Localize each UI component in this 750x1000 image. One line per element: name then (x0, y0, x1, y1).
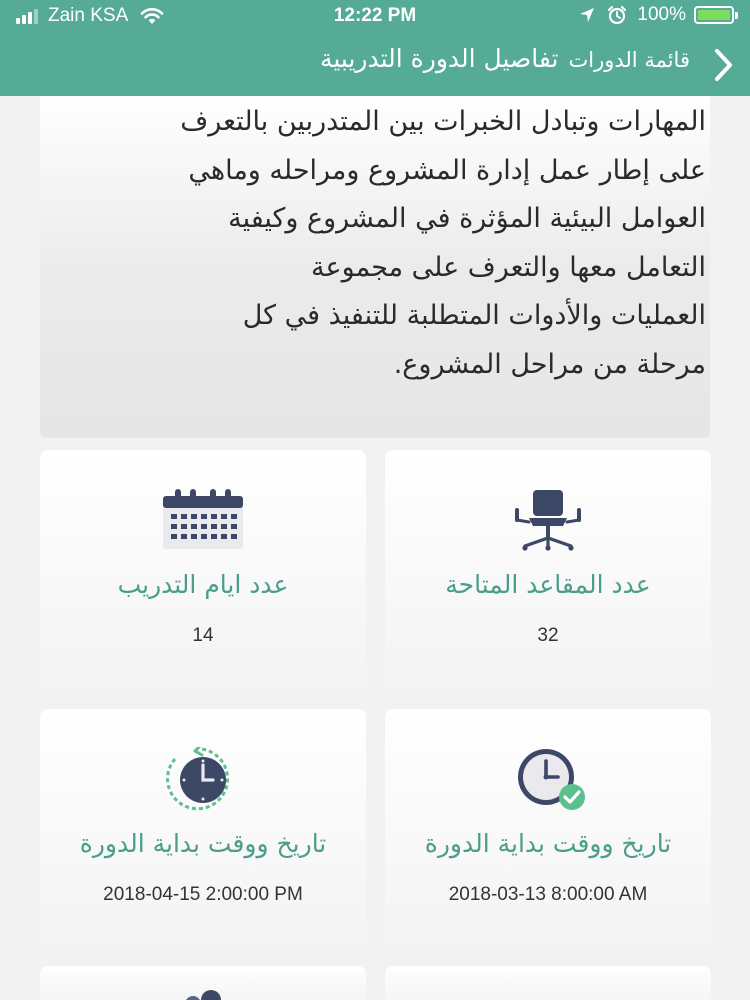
description-line: العوامل البيئية المؤثرة في المشروع وكيفي… (228, 203, 706, 234)
top-bar: Zain KSA 12:22 PM 100% قائمة الدورات تفا… (0, 0, 750, 96)
description-line: العمليات والأدوات المتطلبة للتنفيذ في كل (242, 300, 706, 331)
description-line: مرحلة من مراحل المشروع. (393, 348, 706, 380)
card-value: 2018-04-15 2:00:00 PM (103, 884, 303, 905)
clock-history-icon (166, 743, 229, 811)
chevron-right-icon[interactable] (714, 48, 734, 82)
training-days-card: عدد ايام التدريب 14 (40, 450, 366, 694)
people-icon (186, 990, 221, 1000)
card-label: عدد ايام التدريب (117, 570, 289, 599)
card-label: عدد المقاعد المتاحة (445, 570, 651, 599)
alarm-icon (608, 5, 627, 25)
course-start-datetime-card: تاريخ ووقت بداية الدورة 2018-03-13 8:00:… (385, 709, 711, 953)
back-button-label[interactable]: قائمة الدورات (569, 48, 691, 72)
card-value: 32 (537, 625, 559, 646)
card-label: تاريخ ووقت بداية الدورة (424, 829, 672, 858)
description-line: على إطار عمل إدارة المشروع ومراحله وماهي (188, 154, 706, 186)
clock-check-icon (518, 749, 585, 810)
navigation-bar: قائمة الدورات تفاصيل الدورة التدريبية (0, 36, 750, 96)
course-description-card: المهارات وتبادل الخبرات بين المتدربين با… (40, 96, 710, 438)
card-value: 2018-03-13 8:00:00 AM (448, 884, 648, 905)
description-line: التعامل معها والتعرف على مجموعة (311, 251, 706, 283)
course-description: المهارات وتبادل الخبرات بين المتدربين با… (94, 98, 710, 389)
card-value: 14 (192, 625, 214, 646)
card-label: تاريخ ووقت بداية الدورة (79, 829, 327, 858)
location-arrow-icon (580, 8, 595, 22)
chair-icon (515, 490, 581, 551)
status-bar: Zain KSA 12:22 PM 100% (0, 0, 750, 32)
available-seats-card: عدد المقاعد المتاحة 32 (385, 450, 711, 694)
page-title: تفاصيل الدورة التدريبية (319, 44, 559, 73)
calendar-icon (163, 489, 243, 549)
description-line: المهارات وتبادل الخبرات بين المتدربين با… (180, 106, 706, 137)
battery-icon (694, 6, 738, 24)
info-card-partial (40, 966, 366, 1000)
course-start-datetime-card: تاريخ ووقت بداية الدورة 2018-04-15 2:00:… (40, 709, 366, 953)
info-card-partial (385, 966, 711, 1000)
battery-percent: 100% (637, 4, 686, 25)
